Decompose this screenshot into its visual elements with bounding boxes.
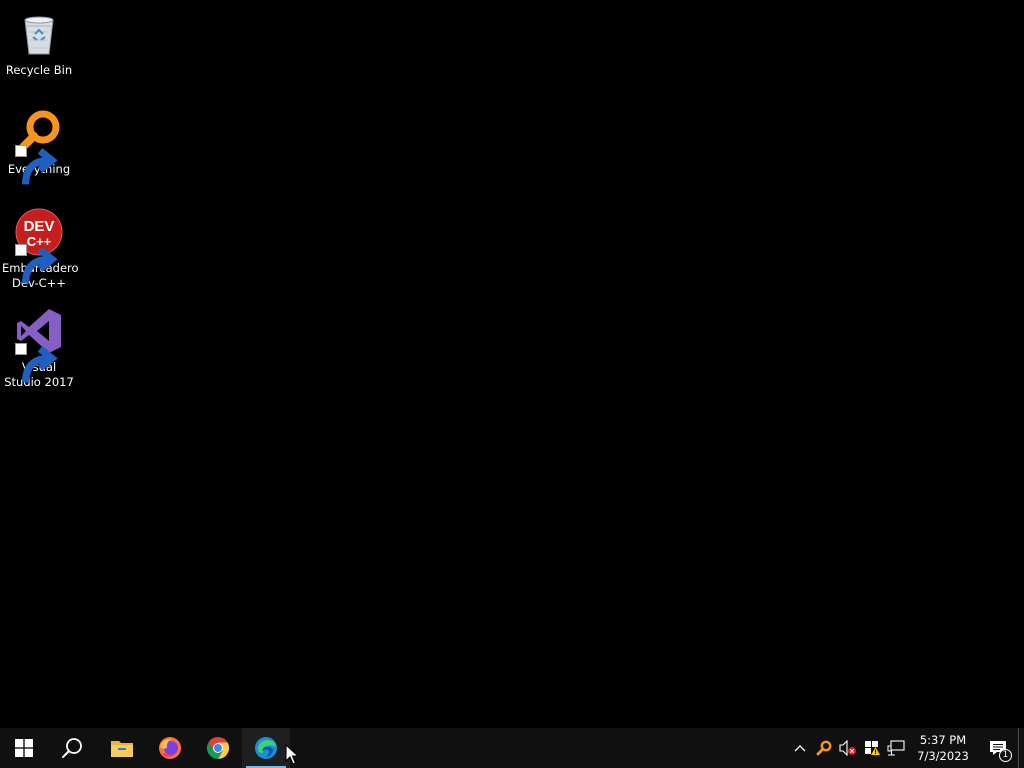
devcpp-icon-text-top: DEV (24, 218, 55, 235)
desktop: Recycle Bin Everything DEV C++ Embarcade… (0, 0, 1024, 728)
shortcut-arrow-icon (15, 145, 58, 185)
chevron-up-icon (794, 745, 806, 752)
desktop-icon-recycle-bin[interactable]: Recycle Bin (2, 6, 76, 98)
tray-volume[interactable] (836, 728, 860, 768)
shortcut-arrow-icon (15, 244, 58, 284)
file-explorer-icon (111, 741, 133, 757)
recycle-bin-icon (15, 10, 63, 58)
taskbar-firefox[interactable] (146, 728, 194, 768)
clock-date: 7/3/2023 (917, 749, 969, 763)
tray-security[interactable] (860, 728, 884, 768)
everything-search-icon (15, 109, 63, 185)
edge-icon (255, 737, 277, 759)
taskbar-clock[interactable]: 5:37 PM 7/3/2023 (908, 728, 978, 768)
tray-everything[interactable] (812, 728, 836, 768)
taskbar-edge[interactable] (242, 728, 290, 768)
taskbar-file-explorer[interactable] (98, 728, 146, 768)
network-icon (887, 740, 905, 756)
mouse-cursor-icon (285, 744, 299, 765)
firefox-icon (159, 737, 181, 759)
desktop-icon-devcpp[interactable]: DEV C++ Embarcadero Dev-C++ (2, 204, 79, 296)
system-tray: 5:37 PM 7/3/2023 1 (788, 728, 1024, 768)
notification-count-badge: 1 (999, 749, 1012, 762)
action-center-button[interactable]: 1 (978, 728, 1018, 768)
volume-muted-icon (839, 740, 856, 756)
security-warning-icon (865, 741, 880, 755)
chrome-icon (206, 737, 230, 759)
everything-tray-icon (816, 740, 832, 756)
shortcut-arrow-icon (15, 343, 58, 383)
windows-logo-icon (15, 739, 33, 757)
search-button[interactable] (48, 728, 96, 768)
visual-studio-icon (15, 307, 63, 383)
search-icon (62, 738, 82, 758)
devcpp-icon: DEV C++ (15, 208, 63, 284)
desktop-icon-everything[interactable]: Everything (2, 105, 76, 197)
desktop-icon-label: Recycle Bin (5, 63, 73, 77)
clock-time: 5:37 PM (919, 733, 967, 747)
desktop-icon-visual-studio[interactable]: Visual Studio 2017 (2, 303, 76, 395)
tray-network[interactable] (884, 728, 908, 768)
start-button[interactable] (0, 728, 48, 768)
show-desktop-button[interactable] (1018, 728, 1024, 768)
taskbar-chrome[interactable] (194, 728, 242, 768)
show-hidden-icons-button[interactable] (788, 728, 812, 768)
taskbar: 5:37 PM 7/3/2023 1 (0, 728, 1024, 768)
